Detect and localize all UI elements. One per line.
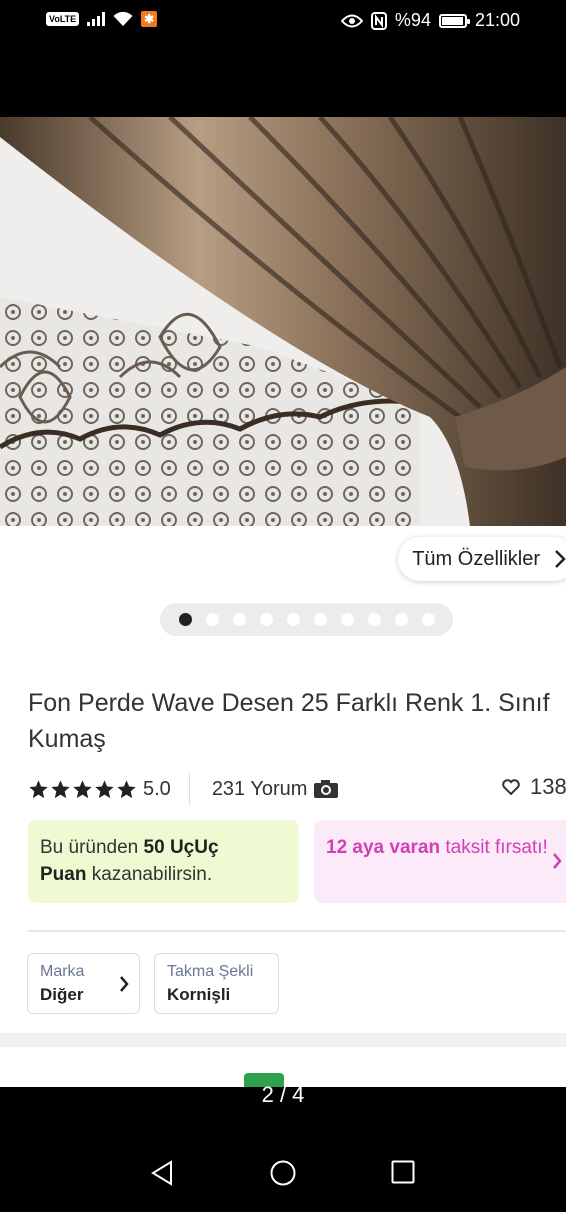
image-pagination-dots[interactable] [160, 603, 453, 636]
system-nav-bar [0, 1140, 566, 1212]
section-separator [0, 1033, 566, 1047]
points-unit: Puan [40, 864, 87, 885]
image-dot[interactable] [394, 613, 408, 626]
star-icon [73, 779, 92, 798]
section-divider [28, 930, 566, 932]
rating-divider [188, 773, 190, 805]
rating-value: 5.0 [143, 777, 171, 800]
recents-icon[interactable] [391, 1160, 415, 1184]
home-icon[interactable] [270, 1160, 296, 1186]
eye-icon [340, 14, 363, 27]
signal-icon [87, 12, 106, 26]
rating-row: 5.0 231 Yorum 138 [28, 773, 566, 805]
wifi-icon [113, 11, 133, 26]
product-detail-screen: Tüm Özellikler Fon Perde Wave Desen 25 F… [0, 117, 566, 1087]
image-dot[interactable] [178, 613, 192, 626]
heart-icon [502, 779, 520, 795]
attribute-brand[interactable]: Marka Diğer [27, 953, 140, 1014]
chevron-right-icon [120, 976, 129, 992]
battery-percent: %94 [394, 10, 431, 30]
image-dot[interactable] [421, 613, 435, 626]
curtain-photo [0, 117, 566, 526]
points-amount: 50 UçUç [143, 837, 219, 858]
attribute-label: Takma Şekli [167, 963, 254, 980]
favorite-count: 138 [530, 774, 566, 799]
attribute-value: Diğer [40, 985, 84, 1004]
installment-text: taksit fırsatı! [440, 837, 548, 858]
app-notification-icon: ✱ [141, 11, 158, 27]
nfc-icon [370, 11, 387, 30]
star-icon [117, 779, 136, 798]
image-dot[interactable] [286, 613, 300, 626]
favorite-button[interactable]: 138 [502, 774, 566, 800]
rating-stars[interactable] [28, 779, 137, 800]
reviews-count: 231 Yorum [211, 777, 308, 800]
attribute-label: Marka [40, 963, 85, 980]
star-icon [95, 779, 114, 798]
reviews-link[interactable]: 231 Yorum [212, 778, 340, 801]
attribute-mounting: Takma Şekli Kornişli [154, 953, 279, 1014]
image-dot[interactable] [340, 613, 354, 626]
page-indicator: 2 / 4 [261, 1082, 305, 1107]
back-icon[interactable] [150, 1160, 174, 1186]
status-left: VoLTE ✱ [46, 11, 158, 27]
camera-icon [314, 780, 339, 798]
all-features-button[interactable]: Tüm Özellikler [398, 537, 566, 581]
product-image[interactable] [0, 117, 566, 526]
image-dot[interactable] [313, 613, 327, 626]
image-dot[interactable] [232, 613, 246, 626]
attribute-value: Kornişli [167, 985, 231, 1004]
image-dot[interactable] [259, 613, 273, 626]
points-text-1: Bu üründen [40, 837, 144, 858]
image-dot[interactable] [205, 613, 219, 626]
volte-badge: VoLTE [46, 12, 80, 26]
star-icon [51, 779, 70, 798]
star-icon [29, 779, 48, 798]
battery-icon [438, 13, 470, 28]
image-dot[interactable] [367, 613, 381, 626]
status-right: %94 21:00 [340, 10, 520, 31]
all-features-label: Tüm Özellikler [412, 547, 540, 570]
chevron-right-icon [555, 550, 566, 568]
points-card: Bu üründen 50 UçUç Puan kazanabilirsin. [28, 820, 299, 903]
points-text-2: kazanabilirsin. [86, 864, 213, 885]
installment-highlight: 12 aya varan [326, 837, 441, 858]
installment-card[interactable]: 12 aya varan taksit fırsatı! [314, 820, 566, 903]
chevron-right-icon [553, 853, 562, 869]
product-title: Fon Perde Wave Desen 25 Farklı Renk 1. S… [28, 689, 550, 753]
status-bar: VoLTE ✱ %94 21:00 [0, 0, 566, 44]
clock: 21:00 [474, 10, 520, 30]
